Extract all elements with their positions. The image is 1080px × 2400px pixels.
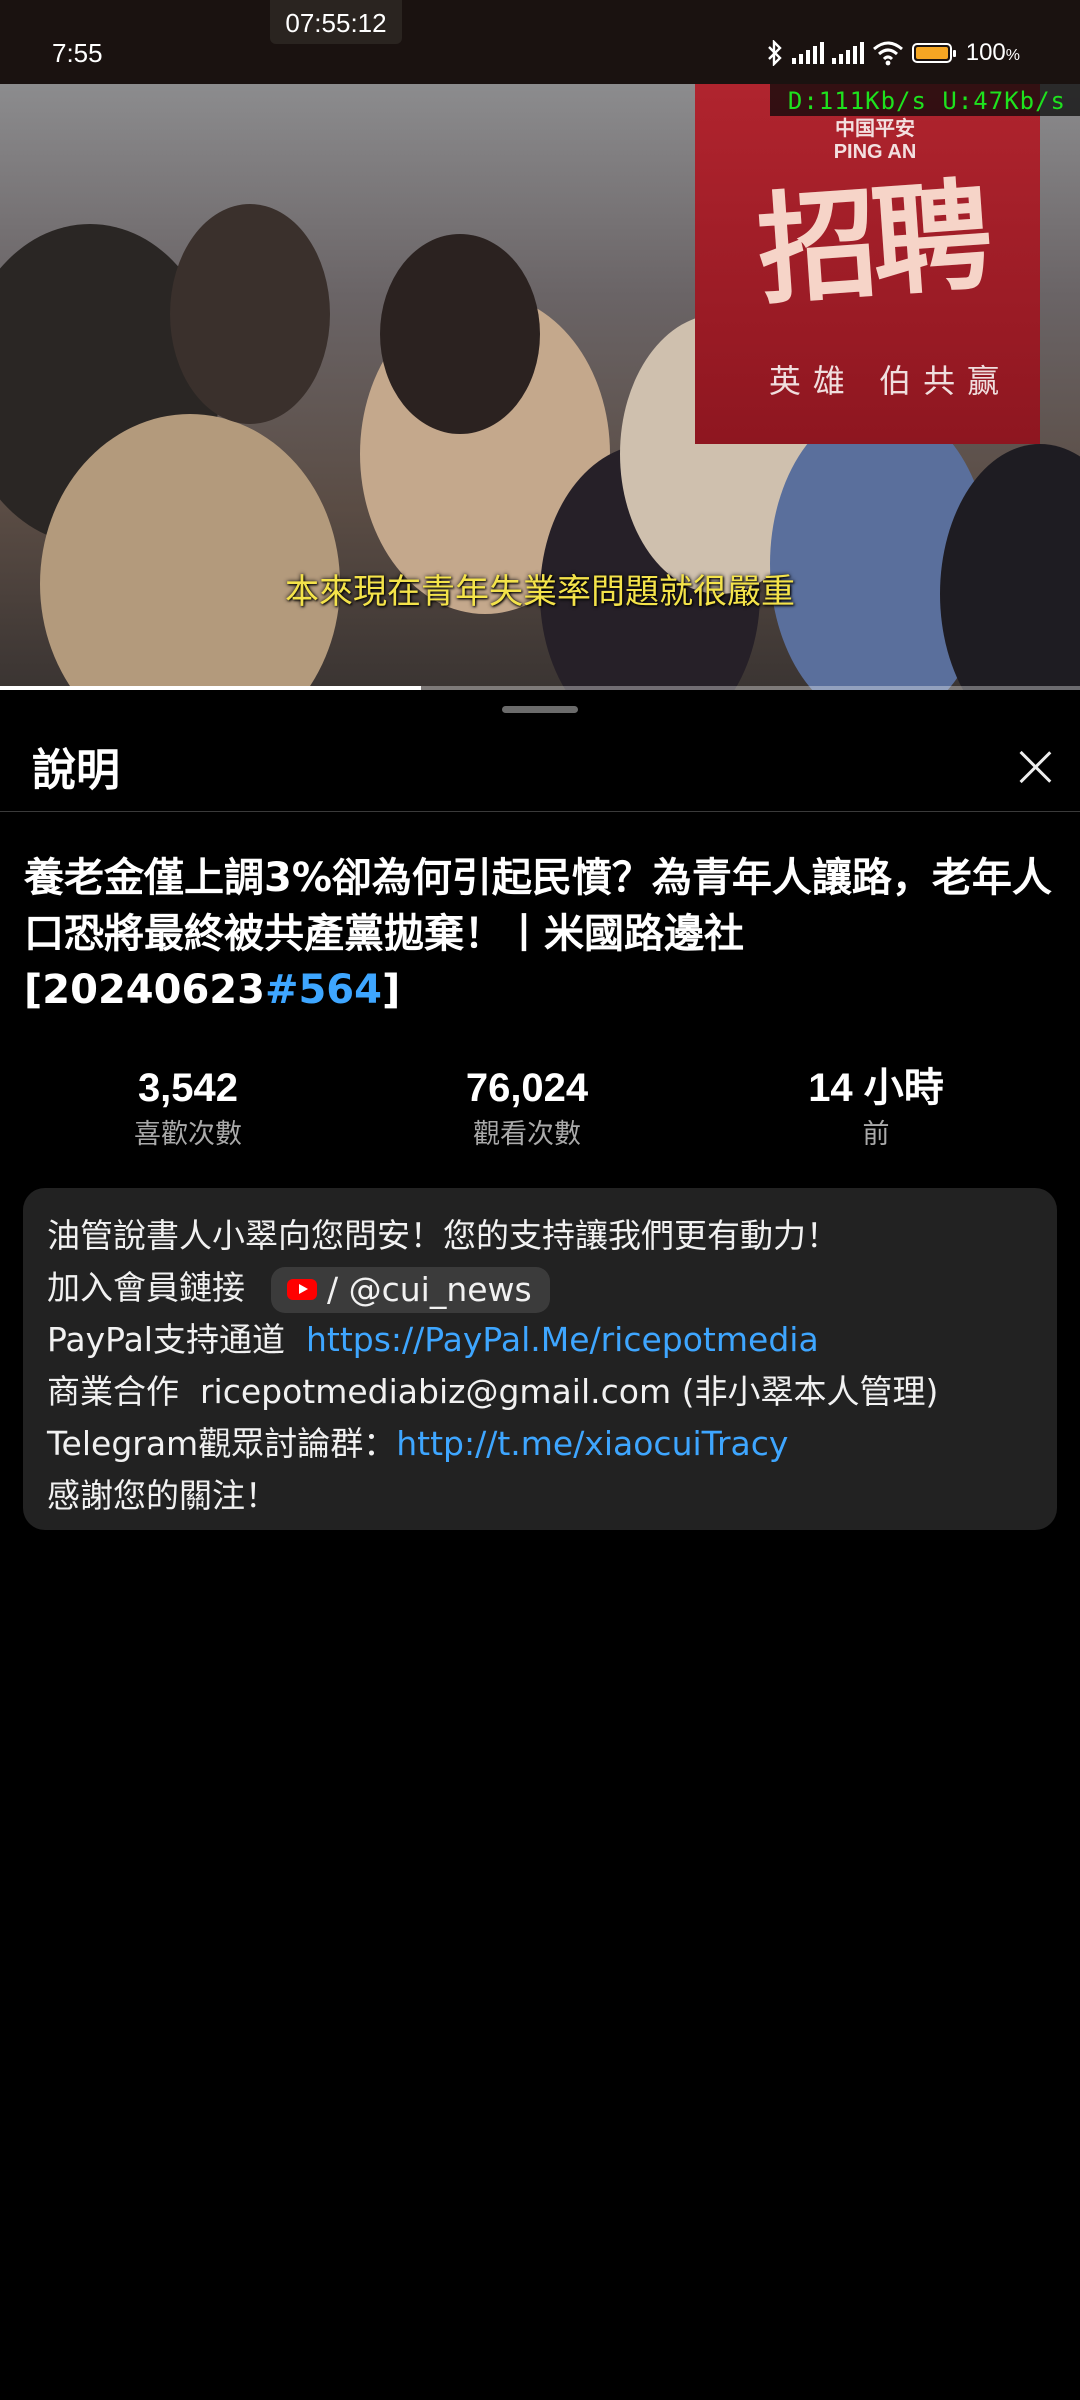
crowd-person: [380, 234, 540, 434]
stat-views: 76,024 觀看次數: [397, 1062, 657, 1156]
sheet-title: 說明: [32, 745, 120, 796]
clock-overlay: 07:55:12: [270, 0, 402, 44]
crowd-person: [170, 204, 330, 424]
battery-unit: %: [1005, 47, 1020, 64]
stat-value: 76,024: [465, 1066, 589, 1110]
stat-label: 觀看次數: [473, 1119, 581, 1150]
description-line: 感謝您的關注！: [47, 1476, 278, 1515]
description-line: Telegram觀眾討論群：http://t.me/xiaocuiTracy: [47, 1418, 1033, 1470]
channel-mention: / @cui_news: [327, 1269, 532, 1309]
stat-upload-age: 14 小時 前: [746, 1062, 1006, 1156]
stat-value: 3,542: [137, 1066, 239, 1110]
signal-icon: [791, 42, 824, 64]
bluetooth-icon: [767, 40, 782, 66]
description-line: 油管說書人小翠向您問安！您的支持讓我們更有動力！: [47, 1216, 839, 1255]
description-line: 商業合作 ricepotmediabiz@gmail.com (非小翠本人管理): [47, 1372, 939, 1411]
hashtag-link[interactable]: #564: [265, 967, 382, 1013]
battery-icon: [911, 43, 956, 63]
telegram-label: Telegram觀眾討論群：: [47, 1424, 397, 1463]
video-stats: 3,542 喜歡次數 76,024 觀看次數 14 小時 前: [0, 1062, 1080, 1162]
status-icons: 100%: [766, 36, 1020, 70]
channel-mention-chip[interactable]: / @cui_news: [271, 1266, 550, 1313]
battery-value: 100: [965, 39, 1006, 66]
network-speed-overlay: D:111Kb/s U:47Kb/s: [769, 84, 1080, 116]
membership-label: 加入會員鏈接: [47, 1268, 245, 1307]
status-bar: 7:55 07:55:12 100%: [0, 0, 1080, 84]
video-title-end: ]: [381, 967, 401, 1013]
youtube-icon: [287, 1278, 317, 1300]
net-upload: U:47Kb/s: [942, 87, 1066, 115]
status-time: 7:55: [52, 38, 103, 68]
close-icon[interactable]: [1010, 742, 1060, 792]
stat-value: 14 小時: [808, 1066, 944, 1110]
description-line: PayPal支持通道 https://PayPal.Me/ricepotmedi…: [47, 1314, 1033, 1366]
stat-label: 前: [862, 1119, 890, 1150]
wifi-icon: [872, 41, 903, 66]
video-title: 養老金僅上調3%卻為何引起民憤？為青年人讓路，老年人口恐將最終被共產黨拋棄！丨米…: [24, 850, 1054, 1018]
drag-handle[interactable]: [502, 706, 578, 713]
stat-likes: 3,542 喜歡次數: [58, 1062, 318, 1156]
video-player[interactable]: 中国平安 PING AN 招聘 英雄 伯共赢 本來現在青年失業率問題就很嚴重: [0, 84, 1080, 690]
divider: [0, 811, 1080, 812]
banner-logo: 中国平安 PING AN: [833, 118, 917, 163]
video-title-text: 養老金僅上調3%卻為何引起民憤？為青年人讓路，老年人口恐將最終被共產黨拋棄！丨米…: [24, 855, 1052, 1013]
battery-percent: 100%: [966, 39, 1020, 67]
telegram-link[interactable]: http://t.me/xiaocuiTracy: [396, 1424, 788, 1463]
description-box: 油管說書人小翠向您問安！您的支持讓我們更有動力！ 加入會員鏈接 / @cui_ne…: [23, 1188, 1057, 1530]
net-download: D:111Kb/s: [787, 87, 927, 115]
banner-main-text: 招聘: [753, 165, 991, 322]
description-sheet: 說明 養老金僅上調3%卻為何引起民憤？為青年人讓路，老年人口恐將最終被共產黨拋棄…: [0, 690, 1080, 2400]
paypal-link[interactable]: https://PayPal.Me/ricepotmedia: [306, 1320, 819, 1359]
signal-icon: [831, 42, 864, 64]
description-line: 加入會員鏈接 / @cui_news: [47, 1262, 1033, 1314]
paypal-label: PayPal支持通道: [47, 1320, 285, 1359]
video-subtitle: 本來現在青年失業率問題就很嚴重: [285, 572, 795, 612]
stat-label: 喜歡次數: [134, 1119, 242, 1150]
banner-sub-text: 英雄 伯共赢: [768, 362, 1012, 400]
